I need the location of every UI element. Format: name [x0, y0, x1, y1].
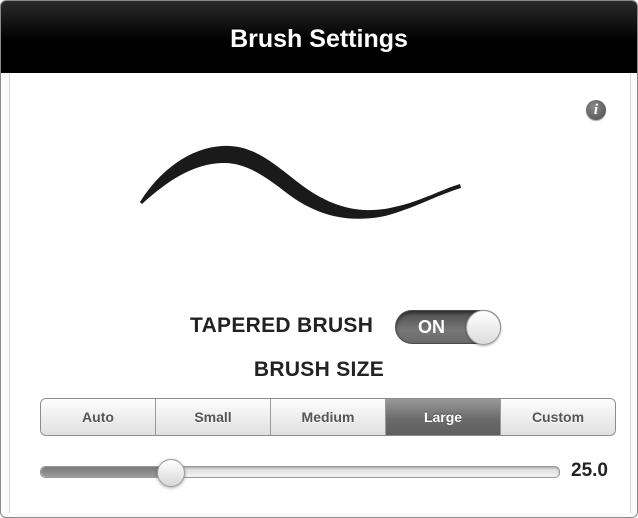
slider-fill — [41, 467, 171, 477]
info-icon[interactable]: i — [586, 100, 606, 120]
brush-stroke-path — [140, 145, 461, 219]
brush-size-medium[interactable]: Medium — [270, 399, 385, 435]
brush-size-custom[interactable]: Custom — [500, 399, 615, 435]
brush-settings-panel: Brush Settings — [0, 0, 638, 518]
brush-size-small[interactable]: Small — [155, 399, 270, 435]
tapered-brush-toggle[interactable]: ON — [395, 310, 501, 345]
brush-size-label: BRUSH SIZE — [253, 358, 385, 381]
brush-size-large[interactable]: Large — [385, 399, 500, 435]
brush-size-slider[interactable] — [40, 466, 560, 478]
toggle-on-text: ON — [418, 317, 445, 337]
title-bar: Brush Settings — [1, 1, 637, 73]
slider-thumb[interactable] — [156, 459, 185, 487]
panel-title: Brush Settings — [230, 25, 408, 53]
brush-size-segmented-control: Auto Small Medium Large Custom — [40, 398, 616, 436]
brush-stroke-preview — [140, 145, 461, 219]
toggle-knob[interactable] — [466, 310, 501, 345]
tapered-brush-label: TAPERED BRUSH — [190, 314, 374, 337]
slider-value: 25.0 — [571, 460, 608, 481]
brush-size-auto[interactable]: Auto — [41, 399, 155, 435]
